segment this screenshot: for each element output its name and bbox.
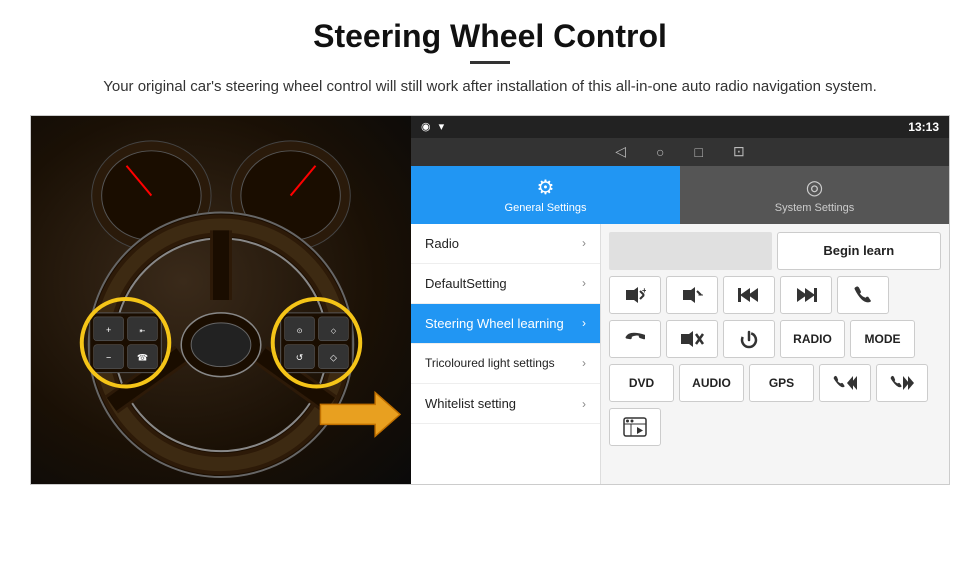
- system-settings-icon: ◎: [806, 175, 823, 200]
- controls-panel: Begin learn +: [601, 224, 949, 484]
- vol-up-button[interactable]: +: [609, 276, 661, 314]
- call-prev-icon: [833, 375, 857, 391]
- special-button[interactable]: [609, 408, 661, 446]
- media-icon: [623, 417, 647, 437]
- tab-bar: ⚙ General Settings ◎ System Settings: [411, 166, 949, 224]
- call-next-button[interactable]: [876, 364, 928, 402]
- controls-row-2: RADIO MODE: [609, 320, 941, 358]
- radio-button[interactable]: RADIO: [780, 320, 845, 358]
- title-divider: [470, 61, 510, 64]
- call-prev-button[interactable]: [819, 364, 871, 402]
- vol-down-icon: −: [681, 286, 703, 304]
- tab-general-label: General Settings: [505, 202, 587, 214]
- menu-default-label: DefaultSetting: [425, 276, 507, 291]
- content-area: + ⇤ − ☎ ⊙ ◇ ↺ ◇: [30, 115, 950, 485]
- chevron-icon: ›: [582, 316, 586, 330]
- settings-menu: Radio › DefaultSetting › Steering Wheel …: [411, 224, 601, 484]
- power-icon: [739, 329, 759, 349]
- menu-item-whitelist[interactable]: Whitelist setting ›: [411, 384, 600, 424]
- menu-item-default[interactable]: DefaultSetting ›: [411, 264, 600, 304]
- chevron-icon: ›: [582, 236, 586, 250]
- menu-item-steering[interactable]: Steering Wheel learning ›: [411, 304, 600, 344]
- mute-button[interactable]: [666, 320, 718, 358]
- dvd-button[interactable]: DVD: [609, 364, 674, 402]
- page-title: Steering Wheel Control: [30, 18, 950, 55]
- tab-general-settings[interactable]: ⚙ General Settings: [411, 166, 680, 224]
- svg-text:↺: ↺: [296, 352, 304, 362]
- audio-button[interactable]: AUDIO: [679, 364, 744, 402]
- menu-nav-icon[interactable]: ⊡: [733, 143, 745, 160]
- svg-text:⊙: ⊙: [297, 327, 303, 334]
- menu-steering-label: Steering Wheel learning: [425, 316, 564, 331]
- tab-system-settings[interactable]: ◎ System Settings: [680, 166, 949, 224]
- menu-tricoloured-label: Tricoloured light settings: [425, 356, 555, 372]
- next-icon: [795, 287, 817, 303]
- learn-spacer: [609, 232, 772, 270]
- svg-text:+: +: [642, 286, 646, 295]
- home-nav-icon[interactable]: ○: [656, 144, 664, 160]
- controls-row-1: + −: [609, 276, 941, 314]
- power-button[interactable]: [723, 320, 775, 358]
- chevron-icon: ›: [582, 397, 586, 411]
- status-time: 13:13: [908, 120, 939, 134]
- menu-whitelist-label: Whitelist setting: [425, 396, 516, 411]
- svg-text:+: +: [106, 324, 111, 334]
- begin-learn-button[interactable]: Begin learn: [777, 232, 942, 270]
- hang-up-button[interactable]: [609, 320, 661, 358]
- back-nav-icon[interactable]: ◁: [615, 143, 626, 160]
- menu-controls-area: Radio › DefaultSetting › Steering Wheel …: [411, 224, 949, 484]
- prev-track-button[interactable]: [723, 276, 775, 314]
- status-icons: ◉ ▾: [421, 120, 444, 133]
- location-icon: ◉: [421, 120, 431, 133]
- begin-learn-row: Begin learn: [609, 232, 941, 270]
- android-ui: ◉ ▾ 13:13 ◁ ○ □ ⊡ ⚙ General Settings ◎: [411, 116, 949, 484]
- call-button[interactable]: [837, 276, 889, 314]
- controls-row-4: [609, 408, 941, 446]
- call-next-icon: [890, 375, 914, 391]
- steering-wheel-svg: + ⇤ − ☎ ⊙ ◇ ↺ ◇: [31, 116, 411, 484]
- menu-item-tricoloured[interactable]: Tricoloured light settings ›: [411, 344, 600, 385]
- svg-text:−: −: [106, 352, 111, 362]
- svg-text:◇: ◇: [330, 352, 337, 362]
- status-bar: ◉ ▾ 13:13: [411, 116, 949, 138]
- page-subtitle: Your original car's steering wheel contr…: [30, 76, 950, 99]
- vol-down-button[interactable]: −: [666, 276, 718, 314]
- svg-text:−: −: [698, 290, 703, 300]
- mode-button[interactable]: MODE: [850, 320, 915, 358]
- mute-icon: [679, 330, 705, 348]
- general-settings-icon: ⚙: [537, 175, 555, 200]
- gps-button[interactable]: GPS: [749, 364, 814, 402]
- hang-up-icon: [625, 329, 645, 349]
- nav-bar: ◁ ○ □ ⊡: [411, 138, 949, 166]
- controls-row-3: DVD AUDIO GPS: [609, 364, 941, 402]
- steering-wheel-image: + ⇤ − ☎ ⊙ ◇ ↺ ◇: [31, 116, 411, 484]
- recents-nav-icon[interactable]: □: [695, 144, 703, 160]
- menu-item-radio[interactable]: Radio ›: [411, 224, 600, 264]
- svg-text:⇤: ⇤: [140, 327, 146, 334]
- svg-text:◇: ◇: [331, 327, 337, 334]
- wifi-icon: ▾: [439, 120, 445, 133]
- svg-text:☎: ☎: [137, 352, 148, 362]
- call-icon: [853, 285, 873, 305]
- chevron-icon: ›: [582, 276, 586, 290]
- menu-radio-label: Radio: [425, 236, 459, 251]
- prev-icon: [738, 287, 760, 303]
- vol-up-icon: +: [624, 286, 646, 304]
- tab-system-label: System Settings: [775, 202, 854, 214]
- next-track-button[interactable]: [780, 276, 832, 314]
- chevron-icon: ›: [582, 356, 586, 372]
